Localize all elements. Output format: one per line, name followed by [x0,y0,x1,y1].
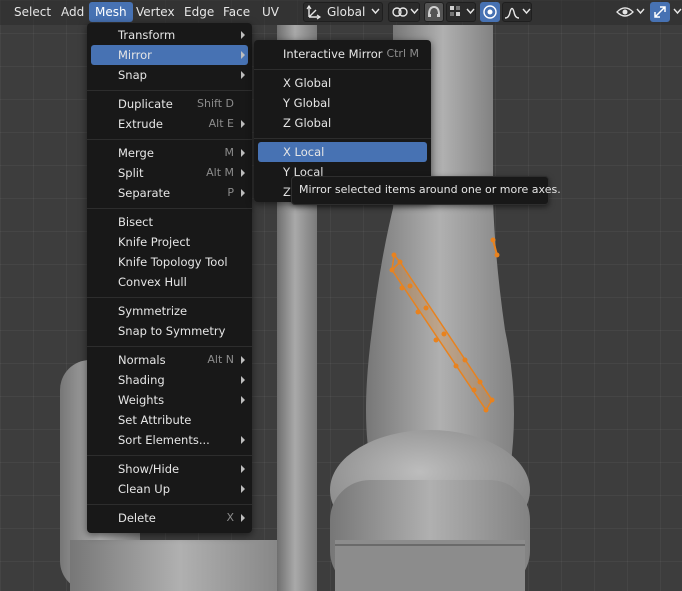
tooltip-text: Mirror selected items around one or more… [299,183,561,196]
submenu-arrow-icon [241,514,245,522]
submenu-arrow-icon [241,356,245,364]
mesh-menu: Transform Mirror Snap Duplicate Shift D E… [87,23,252,533]
submenu-arrow-icon [241,71,245,79]
menu-separator [87,504,252,505]
pivot-icon [392,7,408,17]
menu-select[interactable]: Select [8,2,57,22]
gizmo-icon [654,6,666,18]
submenu-arrow-icon [241,189,245,197]
menu-separator [87,90,252,91]
proportional-edit-toggle[interactable] [480,2,500,22]
menu-separator [254,69,431,70]
menu-item-weights[interactable]: Weights [91,390,248,410]
menu-item-clean-up[interactable]: Clean Up [91,479,248,499]
menu-item-sort-elements[interactable]: Sort Elements... [91,430,248,450]
menu-item-mirror[interactable]: Mirror [91,45,248,65]
menu-separator [87,455,252,456]
viewport-overlay-dropdown[interactable] [614,2,646,22]
menu-uv[interactable]: UV [256,2,285,22]
pivot-point-dropdown[interactable] [388,2,420,22]
menu-item-duplicate[interactable]: Duplicate Shift D [91,94,248,114]
menu-item-knife-project[interactable]: Knife Project [91,232,248,252]
tooltip: Mirror selected items around one or more… [291,176,561,205]
menu-item-extrude[interactable]: Extrude Alt E [91,114,248,134]
chevron-down-icon [371,8,380,15]
menu-separator [87,297,252,298]
menu-item-split[interactable]: Split Alt M [91,163,248,183]
menu-separator [87,346,252,347]
menu-item-shading[interactable]: Shading [91,370,248,390]
menu-item-delete[interactable]: Delete X [91,508,248,528]
submenu-arrow-icon [241,465,245,473]
submenu-arrow-icon [241,396,245,404]
menu-item-transform[interactable]: Transform [91,25,248,45]
submenu-arrow-icon [241,120,245,128]
menu-item-merge[interactable]: Merge M [91,143,248,163]
chevron-down-icon [522,8,531,15]
submenu-arrow-icon [241,149,245,157]
chevron-down-icon [636,8,645,15]
submenu-arrow-icon [241,485,245,493]
viewport-header: Select Add Mesh Vertex Edge Face UV Glob… [0,0,682,25]
snap-target-dropdown[interactable] [446,2,476,22]
falloff-icon [504,7,520,19]
falloff-dropdown[interactable] [502,2,532,22]
menu-item-z-global[interactable]: Z Global [258,113,427,133]
submenu-arrow-icon [241,376,245,384]
snap-icon [428,5,440,17]
snap-toggle[interactable] [424,2,444,22]
gizmo-dropdown[interactable] [671,2,682,22]
menu-item-x-local[interactable]: X Local [258,142,427,162]
chevron-down-icon [466,8,475,15]
gizmo-toggle[interactable] [650,2,670,22]
menu-item-interactive-mirror[interactable]: Interactive Mirror Ctrl M [258,44,427,64]
menu-item-show-hide[interactable]: Show/Hide [91,459,248,479]
menu-separator [254,138,431,139]
menu-item-y-global[interactable]: Y Global [258,93,427,113]
menu-item-symmetrize[interactable]: Symmetrize [91,301,248,321]
menu-edge[interactable]: Edge [178,2,220,22]
chevron-down-icon [673,8,682,15]
menu-mesh[interactable]: Mesh [89,2,133,22]
orientation-icon [306,4,322,20]
menu-separator [87,208,252,209]
menu-item-convex-hull[interactable]: Convex Hull [91,272,248,292]
transform-orientation-dropdown[interactable]: Global [303,2,383,22]
menu-item-x-global[interactable]: X Global [258,73,427,93]
menu-add[interactable]: Add [55,2,90,22]
menu-item-bisect[interactable]: Bisect [91,212,248,232]
viewport-overlay-icon [616,7,634,17]
submenu-arrow-icon [241,436,245,444]
proportional-edit-icon [483,5,497,19]
snap-target-icon [450,6,460,16]
menu-separator [87,139,252,140]
submenu-arrow-icon [241,51,245,59]
menu-face[interactable]: Face [217,2,256,22]
menu-vertex[interactable]: Vertex [130,2,181,22]
orientation-label: Global [327,5,366,19]
menu-item-separate[interactable]: Separate P [91,183,248,203]
menu-item-snap[interactable]: Snap [91,65,248,85]
menu-item-knife-topology-tool[interactable]: Knife Topology Tool [91,252,248,272]
chevron-down-icon [410,8,419,15]
submenu-arrow-icon [241,169,245,177]
menu-item-set-attribute[interactable]: Set Attribute [91,410,248,430]
menu-item-normals[interactable]: Normals Alt N [91,350,248,370]
menu-item-snap-to-symmetry[interactable]: Snap to Symmetry [91,321,248,341]
submenu-arrow-icon [241,31,245,39]
